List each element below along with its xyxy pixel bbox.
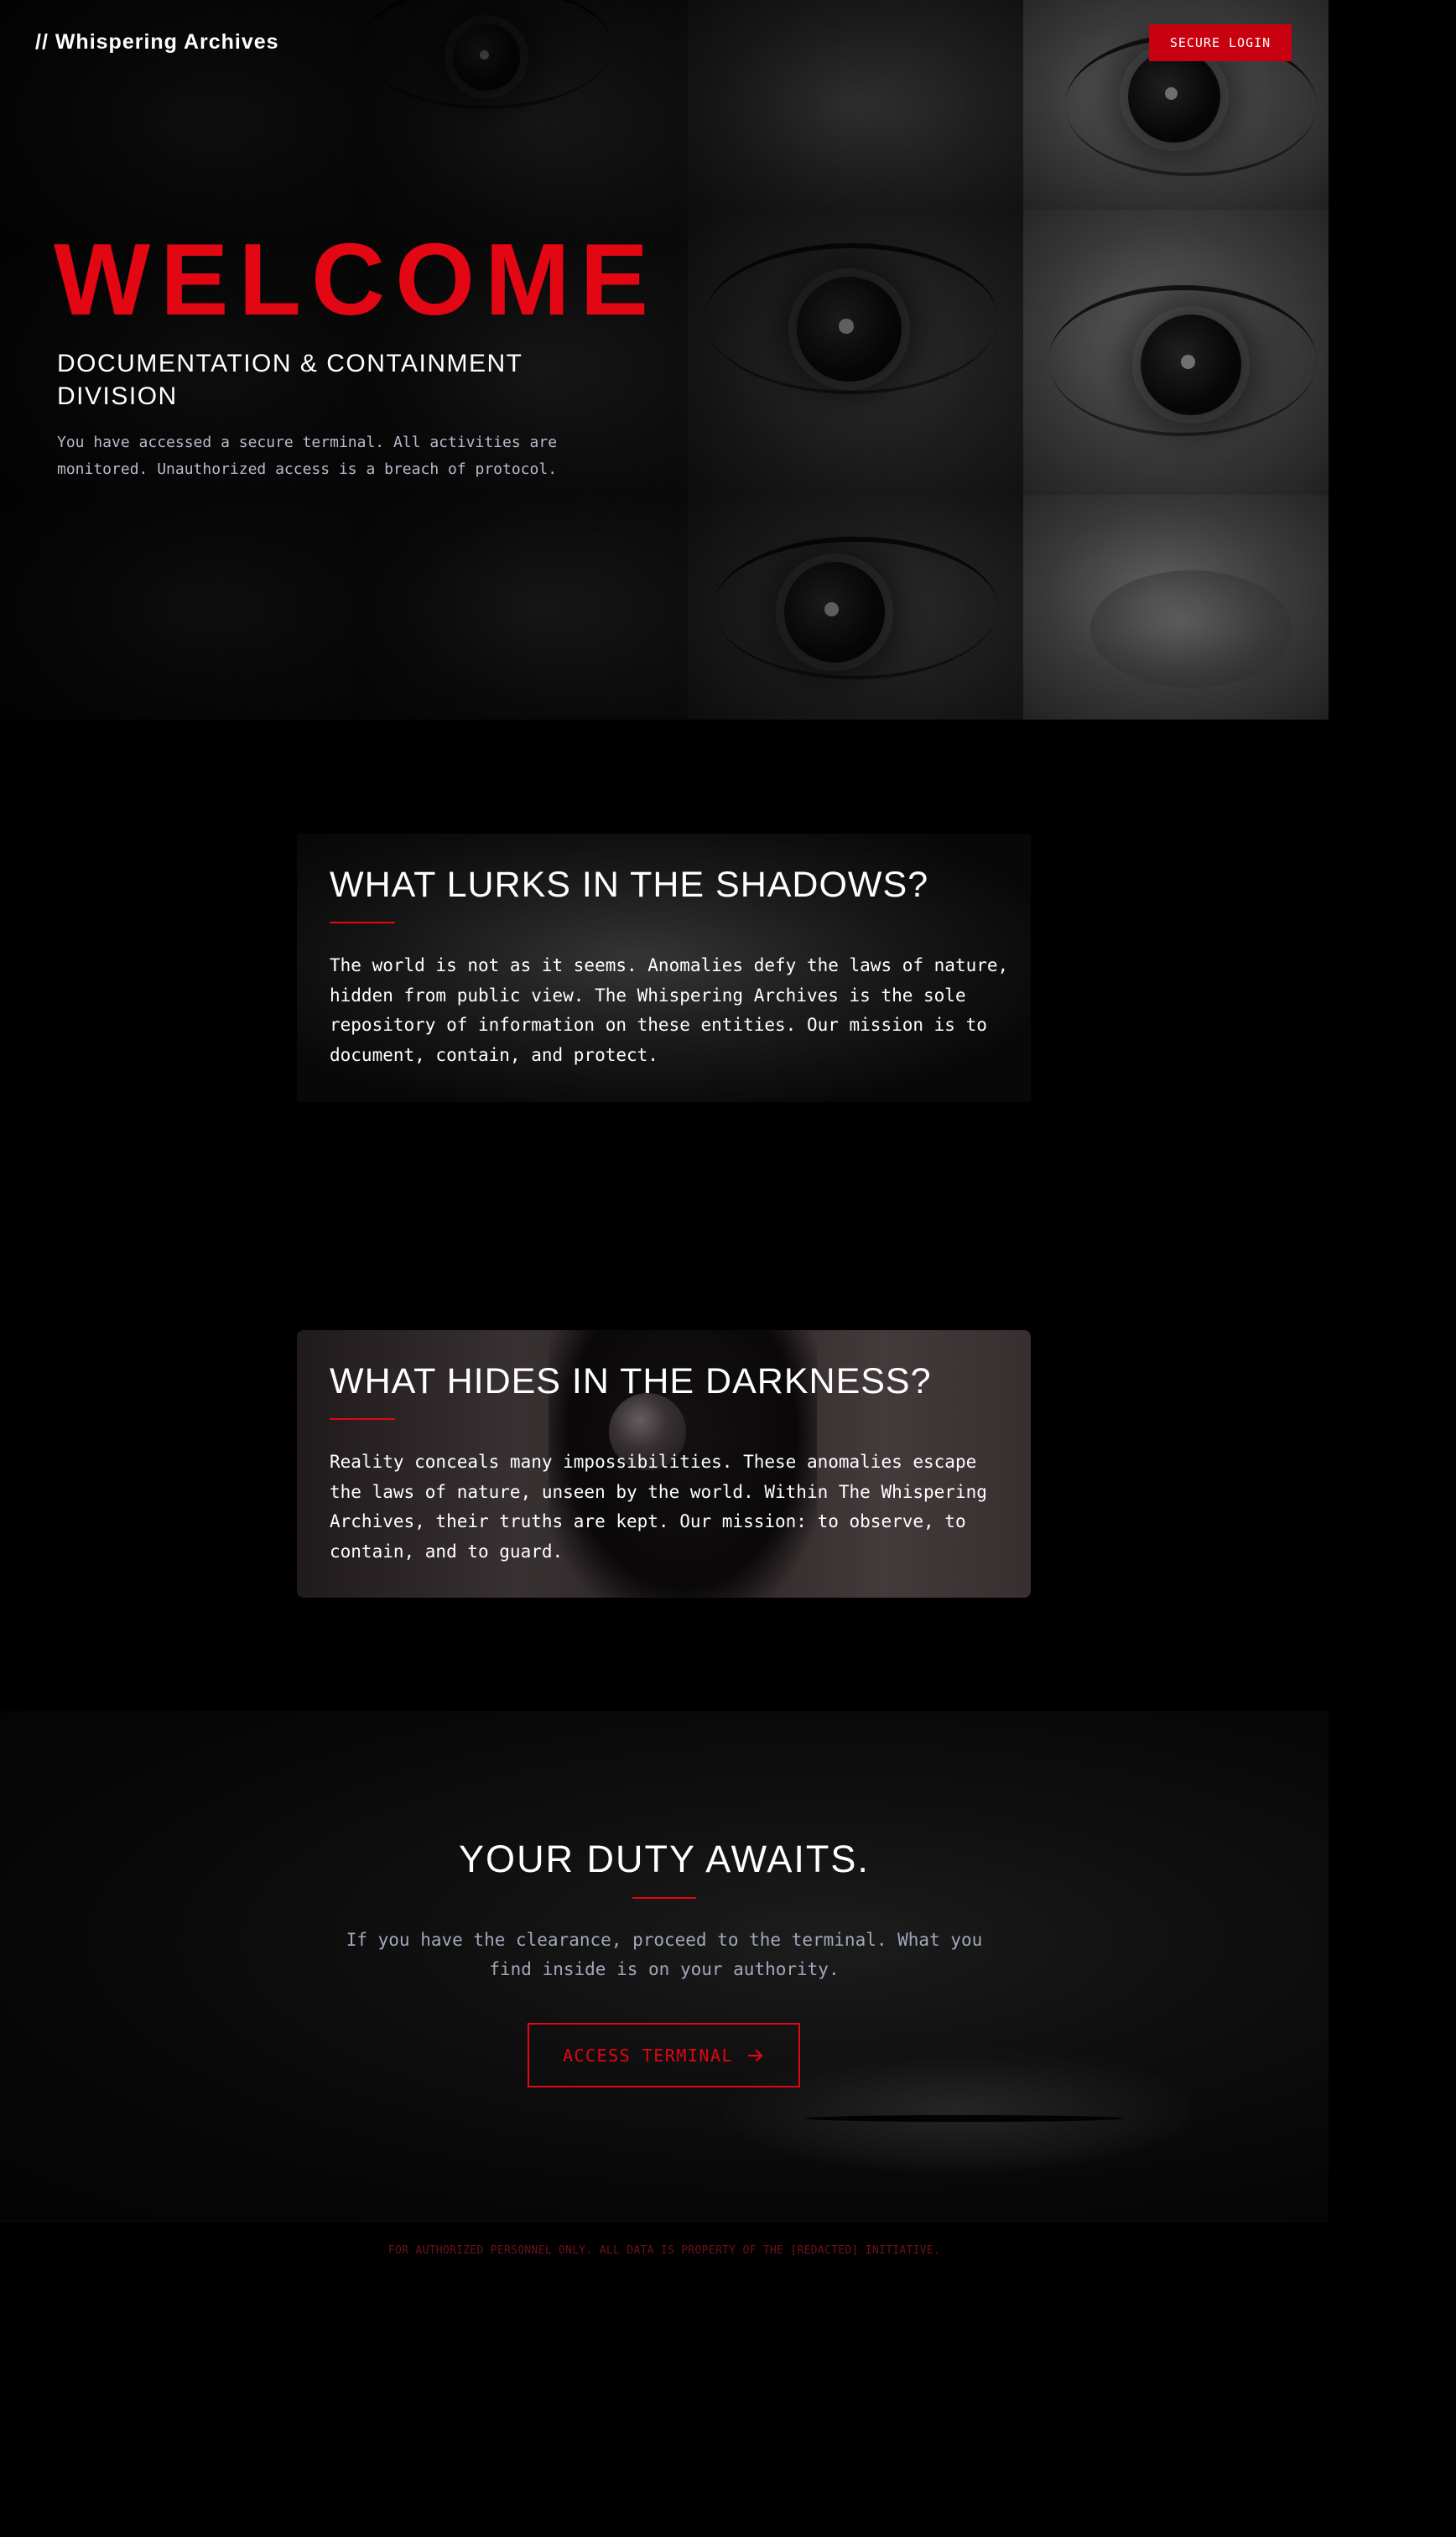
hero-description: You have accessed a secure terminal. All… <box>57 434 558 478</box>
brand-logo[interactable]: // Whispering Archives <box>35 30 279 55</box>
access-terminal-label: ACCESS TERMINAL <box>562 2045 734 2066</box>
cta-section: YOUR DUTY AWAITS. If you have the cleara… <box>0 1711 1329 2221</box>
access-terminal-button[interactable]: ACCESS TERMINAL <box>528 2023 800 2087</box>
card-title: WHAT LURKS IN THE SHADOWS? <box>330 865 929 905</box>
arrow-right-icon <box>747 2049 763 2061</box>
accent-divider <box>330 1418 395 1420</box>
info-card-shadows: WHAT LURKS IN THE SHADOWS? The world is … <box>297 834 1031 1102</box>
footer-divider <box>0 2221 1329 2222</box>
secure-login-button[interactable]: SECURE LOGIN <box>1149 24 1292 61</box>
card-body: The world is not as it seems. Anomalies … <box>330 955 1009 1065</box>
hero-subtitle: DOCUMENTATION & CONTAINMENT DIVISION <box>57 350 523 410</box>
cta-title: YOUR DUTY AWAITS. <box>459 1838 870 1880</box>
accent-divider <box>330 922 395 923</box>
info-card-darkness: WHAT HIDES IN THE DARKNESS? Reality conc… <box>297 1330 1031 1598</box>
page: // Whispering Archives SECURE LOGIN WELC… <box>0 0 1456 2537</box>
card-title: WHAT HIDES IN THE DARKNESS? <box>330 1361 932 1401</box>
hero-section: // Whispering Archives SECURE LOGIN WELC… <box>0 0 1329 720</box>
cta-description: If you have the clearance, proceed to th… <box>346 1930 983 1979</box>
footer-text: FOR AUTHORIZED PERSONNEL ONLY. ALL DATA … <box>387 2244 941 2257</box>
hero-title: WELCOME <box>54 222 659 336</box>
card-body: Reality conceals many impossibilities. T… <box>330 1452 987 1562</box>
accent-divider <box>632 1897 696 1899</box>
